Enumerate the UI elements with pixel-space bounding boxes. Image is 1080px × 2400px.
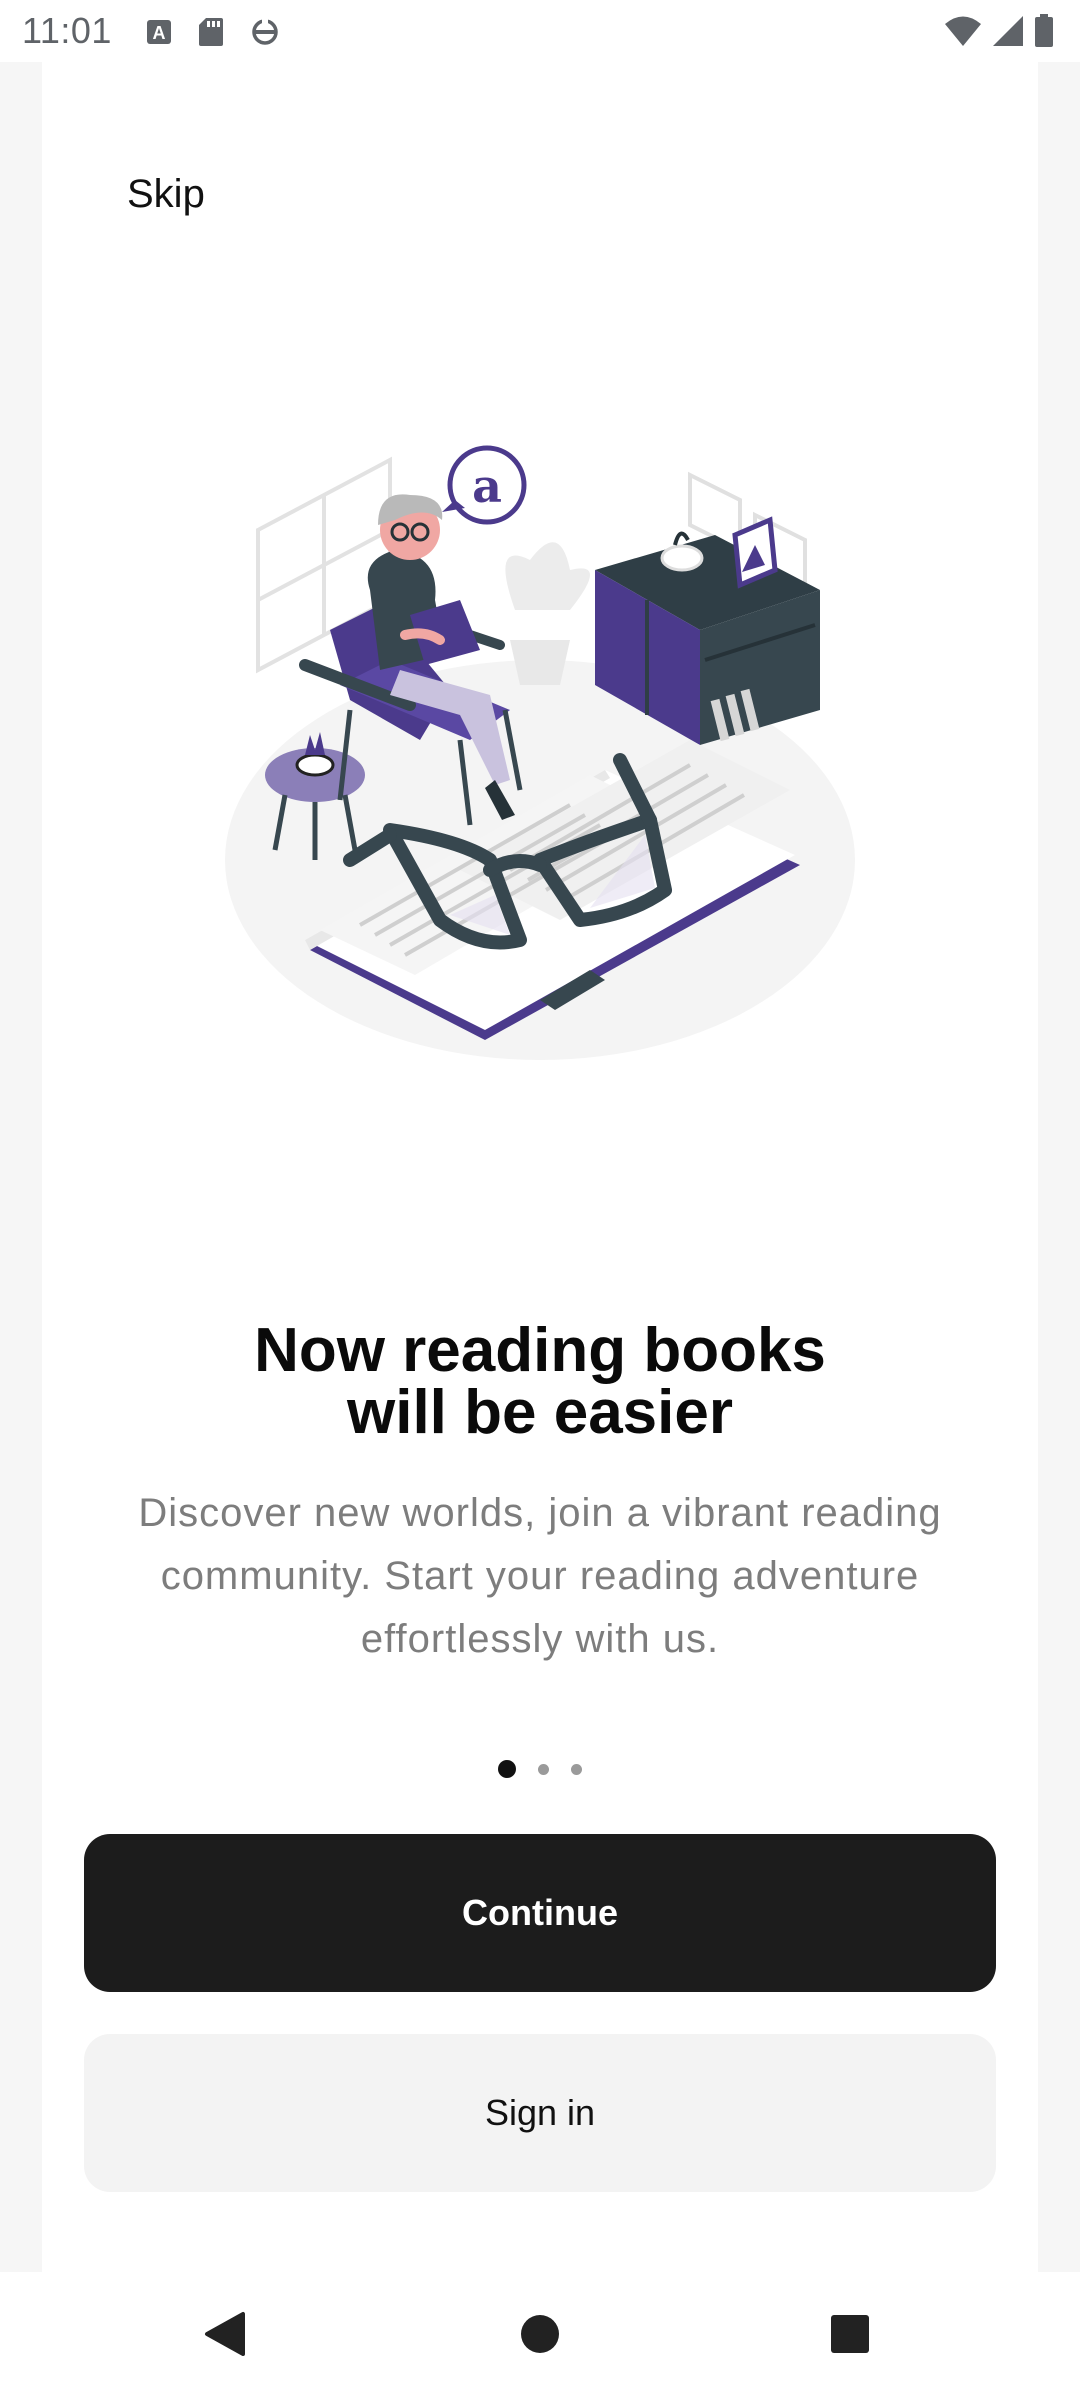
nav-recents-button[interactable] [810, 2296, 890, 2376]
page-dot-2[interactable] [538, 1763, 549, 1775]
home-circle-icon [518, 2312, 562, 2361]
onboarding-screen: 11:01 A Skip a Now reading books will be… [0, 0, 1080, 2400]
status-system-icons [944, 12, 1054, 50]
status-bar: 11:01 A [0, 0, 1080, 62]
chat-bubble-icon: a [442, 445, 527, 525]
reading-books-illustration: a [210, 440, 870, 1080]
nav-home-button[interactable] [500, 2296, 580, 2376]
status-notification-icons: A [146, 14, 280, 50]
status-time: 11:01 [22, 10, 112, 51]
sd-card-icon [198, 17, 224, 47]
cellular-signal-icon [992, 15, 1024, 47]
svg-text:A: A [153, 23, 166, 43]
onboarding-description: Discover new worlds, join a vibrant read… [138, 1491, 942, 1661]
page-indicator [0, 1760, 1080, 1778]
sign-in-button[interactable]: Sign in [84, 2034, 996, 2192]
recents-square-icon [828, 2312, 872, 2361]
text-a-icon: A [146, 19, 172, 45]
svg-text:a: a [472, 459, 502, 513]
right-edge-strip [1038, 62, 1080, 2272]
skip-button[interactable]: Skip [127, 172, 205, 217]
nav-back-button[interactable] [185, 2296, 265, 2376]
back-triangle-icon [203, 2310, 247, 2363]
left-edge-strip [0, 62, 42, 2272]
navigation-bar [0, 2272, 1080, 2400]
continue-button[interactable]: Continue [84, 1834, 996, 1992]
page-dot-1[interactable] [498, 1760, 516, 1778]
onboarding-title: Now reading books will be easier [254, 1316, 826, 1447]
page-dot-3[interactable] [571, 1763, 582, 1775]
battery-icon [1034, 14, 1054, 48]
data-saver-icon [250, 16, 280, 48]
wifi-icon [944, 15, 982, 47]
